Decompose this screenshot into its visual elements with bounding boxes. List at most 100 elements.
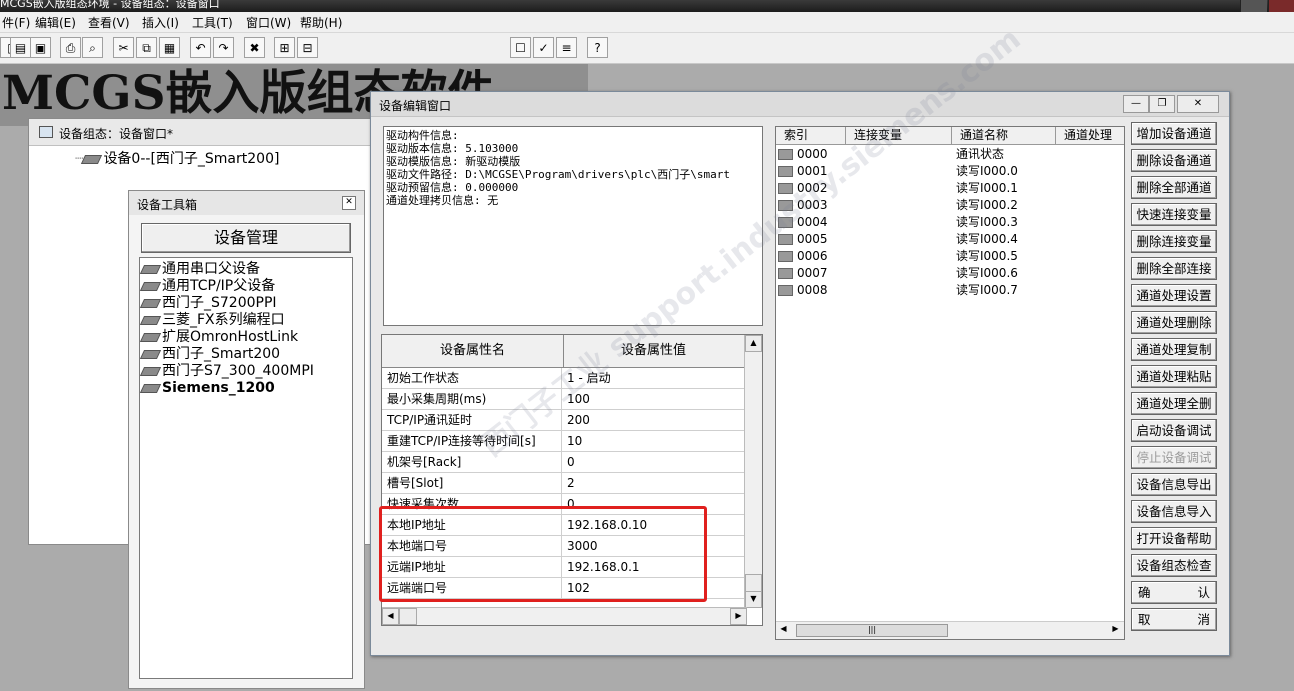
- start-device-debug-button[interactable]: 启动设备调试: [1131, 419, 1217, 442]
- menu-tools[interactable]: 工具(T): [192, 14, 233, 31]
- device-chip-icon: [778, 234, 793, 245]
- device-chip-icon: [778, 217, 793, 228]
- open-device-help-button[interactable]: 打开设备帮助: [1131, 527, 1217, 550]
- tree-alt-icon[interactable]: ⊟: [297, 37, 318, 58]
- delete-link-variable-button[interactable]: 删除连接变量: [1131, 230, 1217, 253]
- menu-insert[interactable]: 插入(I): [142, 14, 179, 31]
- channel-proc-copy-button[interactable]: 通道处理复制: [1131, 338, 1217, 361]
- scroll-right-icon[interactable]: ▶: [730, 608, 747, 625]
- table-row[interactable]: 重建TCP/IP连接等待时间[s] 10: [382, 431, 746, 452]
- device-list: 通用串口父设备 通用TCP/IP父设备 西门子_S7200PPI 三菱_FX系列…: [139, 257, 353, 679]
- app-close-icon[interactable]: [1268, 0, 1294, 12]
- table-row[interactable]: 本地IP地址 192.168.0.10: [382, 515, 746, 536]
- table-row[interactable]: 最小采集周期(ms) 100: [382, 389, 746, 410]
- list-item[interactable]: 西门子_Smart200: [139, 346, 352, 363]
- undo-icon[interactable]: ↶: [190, 37, 211, 58]
- save-icon[interactable]: ▣: [30, 37, 51, 58]
- properties-icon[interactable]: ☐: [510, 37, 531, 58]
- channel-proc-paste-button[interactable]: 通道处理粘贴: [1131, 365, 1217, 388]
- tree-icon[interactable]: ⊞: [274, 37, 295, 58]
- cancel-label-1: 取: [1138, 612, 1151, 627]
- channel-horizontal-scrollbar[interactable]: ◀ ||| ▶: [776, 621, 1124, 639]
- device-chip-icon: [778, 166, 793, 177]
- menu-file[interactable]: 件(F): [2, 14, 30, 31]
- check-icon[interactable]: ✓: [533, 37, 554, 58]
- channel-proc-settings-button[interactable]: 通道处理设置: [1131, 284, 1217, 307]
- list-item[interactable]: Siemens_1200: [139, 380, 352, 397]
- table-row[interactable]: 本地端口号 3000: [382, 536, 746, 557]
- table-row[interactable]: 槽号[Slot] 2: [382, 473, 746, 494]
- paste-icon[interactable]: ▦: [159, 37, 180, 58]
- menu-edit[interactable]: 编辑(E): [35, 14, 76, 31]
- redo-icon[interactable]: ↷: [213, 37, 234, 58]
- list-item[interactable]: 扩展OmronHostLink: [139, 329, 352, 346]
- list-item[interactable]: 通用TCP/IP父设备: [139, 278, 352, 295]
- scroll-left-icon[interactable]: ◀: [776, 622, 791, 637]
- menu-window[interactable]: 窗口(W): [246, 14, 291, 31]
- table-row[interactable]: TCP/IP通讯延时 200: [382, 410, 746, 431]
- cut-icon[interactable]: ✂: [113, 37, 134, 58]
- print-preview-icon[interactable]: ⌕: [82, 37, 103, 58]
- delete-channel-button[interactable]: 删除设备通道: [1131, 149, 1217, 172]
- delete-all-channels-button[interactable]: 删除全部通道: [1131, 176, 1217, 199]
- channel-proc-delete-button[interactable]: 通道处理删除: [1131, 311, 1217, 334]
- export-device-info-button[interactable]: 设备信息导出: [1131, 473, 1217, 496]
- cancel-button[interactable]: 取 消: [1131, 608, 1217, 631]
- scroll-down-icon[interactable]: ▼: [745, 591, 762, 608]
- driver-info-line: 驱动预留信息: 0.000000: [386, 181, 519, 194]
- scroll-left-icon[interactable]: ◀: [382, 608, 399, 625]
- table-row[interactable]: 远端IP地址 192.168.0.1: [382, 557, 746, 578]
- copy-icon[interactable]: ⧉: [136, 37, 157, 58]
- device-chip-icon: [81, 154, 103, 164]
- quick-link-variable-button[interactable]: 快速连接变量: [1131, 203, 1217, 226]
- device-chip-icon: [139, 315, 162, 325]
- props-vertical-scrollbar[interactable]: ▲ ▼: [744, 335, 762, 608]
- list-icon[interactable]: ≡: [556, 37, 577, 58]
- confirm-label-2: 认: [1197, 585, 1210, 600]
- edit-window-caption: 设备编辑窗口 — ❐ ✕: [371, 92, 1229, 117]
- scroll-thumb[interactable]: |||: [796, 624, 948, 637]
- close-icon[interactable]: ✕: [1177, 95, 1219, 113]
- saveas-icon[interactable]: ▤: [10, 37, 31, 58]
- menu-view[interactable]: 查看(V): [88, 14, 130, 31]
- add-channel-button[interactable]: 增加设备通道: [1131, 122, 1217, 145]
- scroll-right-icon[interactable]: ▶: [1108, 622, 1123, 637]
- list-item[interactable]: 三菱_FX系列编程口: [139, 312, 352, 329]
- props-header-value: 设备属性值: [563, 335, 745, 367]
- device-config-check-button[interactable]: 设备组态检查: [1131, 554, 1217, 577]
- driver-info-line: 驱动构件信息:: [386, 129, 459, 142]
- window-icon: [39, 126, 53, 138]
- stop-device-debug-button[interactable]: 停止设备调试: [1131, 446, 1217, 469]
- table-row[interactable]: 初始工作状态 1 - 启动: [382, 368, 746, 389]
- device-chip-icon: [778, 268, 793, 279]
- tools-icon[interactable]: ✖: [244, 37, 265, 58]
- device-tree-item[interactable]: ┈ 设备0--[西门子_Smart200]: [75, 148, 279, 168]
- list-item[interactable]: 通用串口父设备: [139, 261, 352, 278]
- table-row[interactable]: 远端端口号 102: [382, 578, 746, 599]
- minimize-icon[interactable]: —: [1123, 95, 1149, 113]
- device-chip-icon: [139, 281, 162, 291]
- toolbox-caption: 设备工具箱 ✕: [129, 191, 364, 215]
- device-manage-button[interactable]: 设备管理: [141, 223, 351, 253]
- channel-proc-clear-all-button[interactable]: 通道处理全删: [1131, 392, 1217, 415]
- context-help-icon[interactable]: ?: [587, 37, 608, 58]
- restore-icon[interactable]: ❐: [1149, 95, 1175, 113]
- delete-all-links-button[interactable]: 删除全部连接: [1131, 257, 1217, 280]
- device-window-title: 设备组态：设备窗口*: [59, 127, 174, 141]
- close-icon[interactable]: ✕: [342, 196, 356, 210]
- scroll-thumb[interactable]: [399, 608, 417, 625]
- app-titlebar: MCGS嵌入版组态环境 - 设备组态：设备窗口: [0, 0, 1294, 12]
- table-row[interactable]: 机架号[Rack] 0: [382, 452, 746, 473]
- app-minimize-icon[interactable]: [1240, 0, 1267, 12]
- driver-info-line: 驱动模版信息: 新驱动模版: [386, 155, 521, 168]
- toolbar: ▯ ▤ ▣ ⎙ ⌕ ✂ ⧉ ▦ ↶ ↷ ✖ ⊞ ⊟ ☐ ✓ ≡ ?: [0, 33, 1294, 64]
- menu-help[interactable]: 帮助(H): [300, 14, 342, 31]
- list-item[interactable]: 西门子_S7200PPI: [139, 295, 352, 312]
- props-horizontal-scrollbar[interactable]: ◀ ▶: [382, 607, 747, 625]
- import-device-info-button[interactable]: 设备信息导入: [1131, 500, 1217, 523]
- table-row[interactable]: 快速采集次数 0: [382, 494, 746, 515]
- scroll-up-icon[interactable]: ▲: [745, 335, 762, 352]
- confirm-button[interactable]: 确 认: [1131, 581, 1217, 604]
- print-icon[interactable]: ⎙: [60, 37, 81, 58]
- list-item[interactable]: 西门子S7_300_400MPI: [139, 363, 352, 380]
